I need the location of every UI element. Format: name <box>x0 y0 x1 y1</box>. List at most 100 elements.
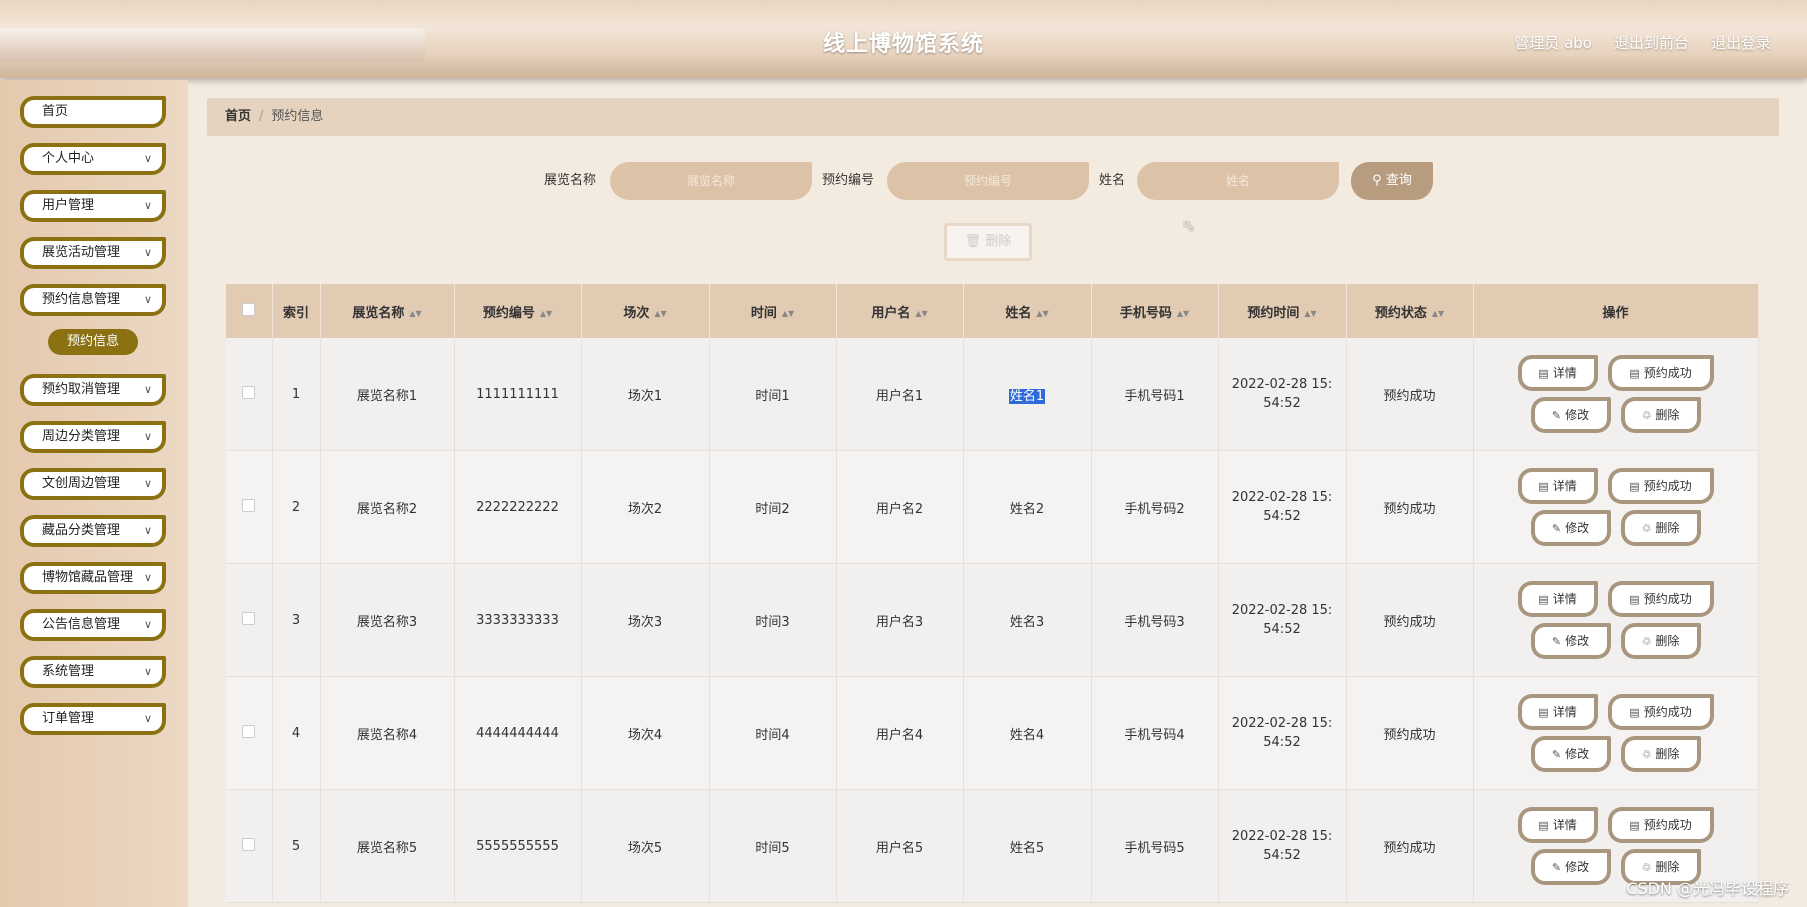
delete-button[interactable]: ♲ 删除 <box>1620 623 1701 659</box>
row-checkbox[interactable] <box>242 385 256 399</box>
exhibition-name-input[interactable] <box>610 162 812 200</box>
sidebar-item-user-mgmt[interactable]: 用户管理 ∨ <box>20 190 166 222</box>
mark-success-button-label: 预约成功 <box>1643 705 1692 719</box>
cell-realname-text: 姓名2 <box>1009 501 1045 517</box>
pencil-icon: ✎ <box>1551 409 1562 422</box>
batch-delete-button[interactable]: 🗑 删除 <box>944 223 1032 261</box>
cell-status: 预约成功 <box>1346 338 1474 451</box>
sidebar-item-system-mgmt[interactable]: 系统管理 ∨ <box>20 656 166 688</box>
column-header-booking-time[interactable]: 预约时间 ▲▼ <box>1218 284 1347 338</box>
sort-icon[interactable]: ▲▼ <box>782 309 794 318</box>
column-header-actions: 操作 <box>1473 284 1759 338</box>
sidebar-item-notice-mgmt[interactable]: 公告信息管理 ∨ <box>20 609 166 641</box>
sort-icon[interactable]: ▲▼ <box>915 309 927 318</box>
edit-button[interactable]: ✎ 修改 <box>1530 397 1611 433</box>
sort-icon[interactable]: ▲▼ <box>540 309 552 318</box>
cell-phone-text: 手机号码5 <box>1124 840 1185 856</box>
sidebar-item-profile[interactable]: 个人中心 ∨ <box>20 143 166 175</box>
column-header-time[interactable]: 时间 ▲▼ <box>709 284 837 338</box>
admin-user-link[interactable]: 管理员 abo <box>1514 32 1592 53</box>
delete-button[interactable]: ♲ 删除 <box>1620 510 1701 546</box>
mark-success-button-label: 预约成功 <box>1643 592 1692 606</box>
cell-session: 场次5 <box>581 789 710 903</box>
cell-booked-text: 2022-02-28 15:54:52 <box>1231 603 1333 637</box>
sidebar-item-exhibition-mgmt[interactable]: 展览活动管理 ∨ <box>20 237 166 269</box>
detail-button[interactable]: ▤ 详情 <box>1517 468 1598 504</box>
sidebar-item-cultural-product-mgmt[interactable]: 文创周边管理 ∨ <box>20 468 166 500</box>
mark-success-button[interactable]: ▤ 预约成功 <box>1607 355 1714 391</box>
mark-success-button[interactable]: ▤ 预约成功 <box>1607 807 1714 843</box>
detail-button[interactable]: ▤ 详情 <box>1517 807 1598 843</box>
sort-icon[interactable]: ▲▼ <box>654 309 666 318</box>
column-header-username[interactable]: 用户名 ▲▼ <box>836 284 964 338</box>
pencil-icon: ✎ <box>1551 748 1562 761</box>
select-all-checkbox[interactable] <box>242 302 256 316</box>
query-button[interactable]: ⚲ 查询 <box>1351 162 1433 200</box>
sidebar-item-peripheral-category-mgmt[interactable]: 周边分类管理 ∨ <box>20 421 166 453</box>
column-header-label: 预约编号 <box>482 305 535 321</box>
document-icon: ▤ <box>1538 819 1549 832</box>
delete-button[interactable]: ♲ 删除 <box>1620 736 1701 772</box>
mark-success-button[interactable]: ▤ 预约成功 <box>1607 581 1714 617</box>
cell-user-text: 用户名1 <box>875 388 924 404</box>
edit-button[interactable]: ✎ 修改 <box>1530 510 1611 546</box>
mark-success-button[interactable]: ▤ 预约成功 <box>1607 468 1714 504</box>
chevron-down-icon: ∨ <box>143 712 152 725</box>
sort-icon[interactable]: ▲▼ <box>1177 309 1189 318</box>
cell-no-text: 4444444444 <box>476 725 559 741</box>
cell-realname: 姓名1 <box>963 338 1092 451</box>
column-header-session[interactable]: 场次 ▲▼ <box>581 284 710 338</box>
sidebar-item-cancel-mgmt[interactable]: 预约取消管理 ∨ <box>20 374 166 406</box>
row-checkbox[interactable] <box>242 837 256 851</box>
cell-status-text: 预约成功 <box>1383 840 1436 856</box>
column-header-booking-status[interactable]: 预约状态 ▲▼ <box>1346 284 1474 338</box>
exhibition-name-label: 展览名称 <box>544 173 597 188</box>
column-header-phone[interactable]: 手机号码 ▲▼ <box>1091 284 1219 338</box>
sidebar-item-label: 藏品分类管理 <box>42 523 121 538</box>
edit-button[interactable]: ✎ 修改 <box>1530 623 1611 659</box>
name-input[interactable] <box>1137 162 1339 200</box>
detail-button[interactable]: ▤ 详情 <box>1517 355 1598 391</box>
detail-button[interactable]: ▤ 详情 <box>1517 694 1598 730</box>
detail-button[interactable]: ▤ 详情 <box>1517 581 1598 617</box>
row-checkbox[interactable] <box>242 498 256 512</box>
cell-user-text: 用户名4 <box>875 727 924 743</box>
sidebar-item-booking-mgmt[interactable]: 预约信息管理 ∨ <box>20 284 166 316</box>
edit-button-label: 修改 <box>1565 634 1590 648</box>
delete-button[interactable]: ♲ 删除 <box>1620 397 1701 433</box>
table-row: 5 展览名称5 5555555555 场次5 时间5 用户名5 姓名5 手机号码5 2022-0… <box>226 789 1759 903</box>
column-header-booking-no[interactable]: 预约编号 ▲▼ <box>454 284 582 338</box>
cell-phone-text: 手机号码2 <box>1124 501 1185 517</box>
sidebar-item-home[interactable]: 首页 <box>20 96 166 128</box>
sidebar-item-collection-category-mgmt[interactable]: 藏品分类管理 ∨ <box>20 515 166 547</box>
column-header-exhibition-name[interactable]: 展览名称 ▲▼ <box>320 284 455 338</box>
sidebar-subitem-booking-info[interactable]: 预约信息 <box>48 329 138 355</box>
breadcrumb-current: 预约信息 <box>271 109 324 124</box>
cell-booked-text: 2022-02-28 15:54:52 <box>1231 377 1333 411</box>
sort-icon[interactable]: ▲▼ <box>409 309 421 318</box>
column-header-name[interactable]: 姓名 ▲▼ <box>963 284 1092 338</box>
cell-user: 用户名5 <box>836 789 964 903</box>
mark-success-button[interactable]: ▤ 预约成功 <box>1607 694 1714 730</box>
sort-icon[interactable]: ▲▼ <box>1432 309 1444 318</box>
sidebar-item-label: 展览活动管理 <box>42 245 121 260</box>
exit-to-frontend-link[interactable]: 退出到前台 <box>1614 32 1689 53</box>
mouse-cursor-icon: ⬁ <box>1182 216 1196 235</box>
row-checkbox[interactable] <box>242 611 256 625</box>
booking-no-input[interactable] <box>887 162 1089 200</box>
column-header-label: 预约时间 <box>1247 305 1300 321</box>
cell-name: 展览名称2 <box>320 450 455 564</box>
edit-button[interactable]: ✎ 修改 <box>1530 736 1611 772</box>
sort-icon[interactable]: ▲▼ <box>1036 309 1048 318</box>
row-checkbox[interactable] <box>242 724 256 738</box>
cell-session-text: 场次5 <box>627 840 663 856</box>
trash-icon: ♲ <box>1641 635 1652 648</box>
sidebar-item-order-mgmt[interactable]: 订单管理 ∨ <box>20 703 166 735</box>
breadcrumb-home[interactable]: 首页 <box>225 109 251 124</box>
edit-button[interactable]: ✎ 修改 <box>1530 849 1611 885</box>
logout-link[interactable]: 退出登录 <box>1711 32 1771 53</box>
delete-button-label: 删除 <box>1655 747 1680 761</box>
cell-index: 4 <box>272 676 321 790</box>
sort-icon[interactable]: ▲▼ <box>1304 309 1316 318</box>
sidebar-item-collection-mgmt[interactable]: 博物馆藏品管理 ∨ <box>20 562 166 594</box>
